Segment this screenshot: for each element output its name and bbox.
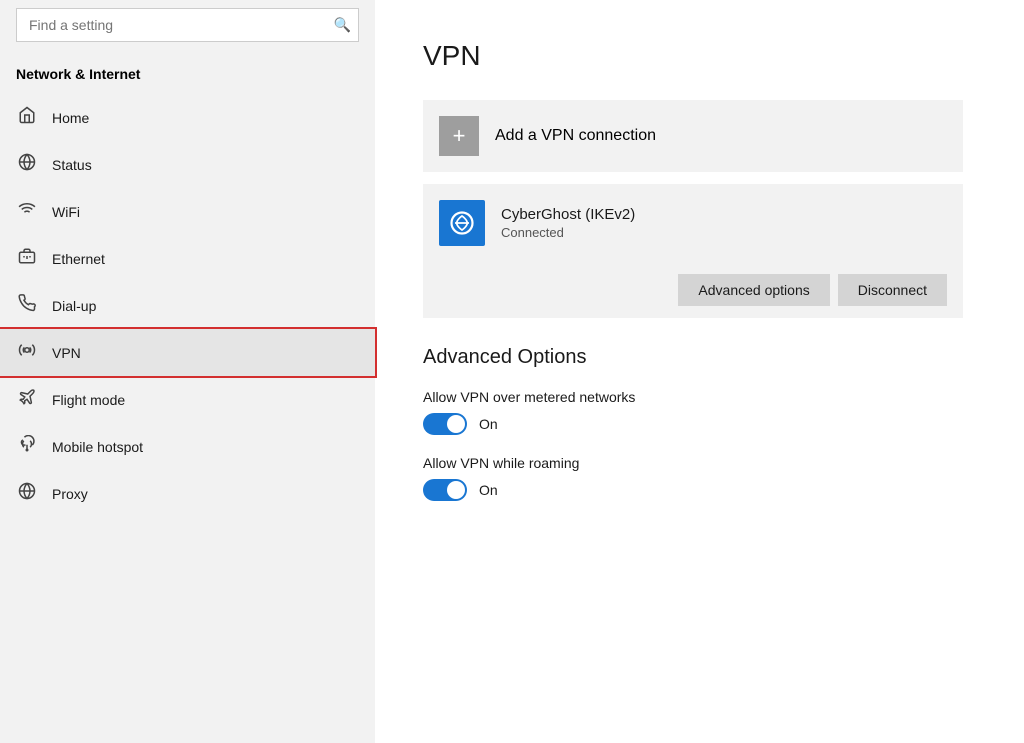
toggle-row-metered: On <box>423 413 976 435</box>
wifi-icon <box>16 200 38 223</box>
sidebar-item-status[interactable]: Status <box>0 141 375 188</box>
page-title: VPN <box>423 40 976 72</box>
search-icon: 🔍 <box>334 17 351 34</box>
ethernet-icon <box>16 247 38 270</box>
flightmode-icon <box>16 388 38 411</box>
sidebar-item-ethernet[interactable]: Ethernet <box>0 235 375 282</box>
search-box: 🔍 <box>16 8 359 42</box>
status-icon <box>16 153 38 176</box>
sidebar-item-label: Flight mode <box>52 392 125 408</box>
toggle-metered[interactable] <box>423 413 467 435</box>
add-vpn-label: Add a VPN connection <box>495 127 656 145</box>
vpn-card-header: CyberGhost (IKEv2) Connected <box>423 184 963 262</box>
toggle-row-roaming: On <box>423 479 976 501</box>
vpn-info: CyberGhost (IKEv2) Connected <box>501 206 635 240</box>
option-metered-label: Allow VPN over metered networks <box>423 389 976 405</box>
sidebar: 🔍 Network & Internet Home Status <box>0 0 375 743</box>
vpn-logo <box>439 200 485 246</box>
section-label: Network & Internet <box>0 58 375 94</box>
proxy-icon <box>16 482 38 505</box>
disconnect-button[interactable]: Disconnect <box>838 274 947 306</box>
advanced-options-button[interactable]: Advanced options <box>678 274 829 306</box>
sidebar-item-wifi[interactable]: WiFi <box>0 188 375 235</box>
toggle-thumb-metered <box>447 415 465 433</box>
sidebar-item-label: Dial-up <box>52 298 96 314</box>
option-roaming-label: Allow VPN while roaming <box>423 455 976 471</box>
sidebar-item-flightmode[interactable]: Flight mode <box>0 376 375 423</box>
sidebar-item-vpn[interactable]: VPN <box>0 329 375 376</box>
search-input[interactable] <box>16 8 359 42</box>
sidebar-item-label: Home <box>52 110 89 126</box>
vpn-name: CyberGhost (IKEv2) <box>501 206 635 223</box>
add-vpn-button[interactable]: + Add a VPN connection <box>423 100 963 172</box>
sidebar-item-label: Proxy <box>52 486 88 502</box>
toggle-track-roaming <box>423 479 467 501</box>
sidebar-item-dialup[interactable]: Dial-up <box>0 282 375 329</box>
vpn-card-actions: Advanced options Disconnect <box>423 262 963 318</box>
sidebar-item-label: Status <box>52 157 92 173</box>
vpn-icon <box>16 341 38 364</box>
sidebar-item-proxy[interactable]: Proxy <box>0 470 375 517</box>
add-icon: + <box>439 116 479 156</box>
mobilehotspot-icon <box>16 435 38 458</box>
sidebar-item-home[interactable]: Home <box>0 94 375 141</box>
toggle-label-roaming: On <box>479 482 498 498</box>
main-content: VPN + Add a VPN connection CyberGhost (I… <box>375 0 1024 743</box>
home-icon <box>16 106 38 129</box>
toggle-track-metered <box>423 413 467 435</box>
vpn-card: CyberGhost (IKEv2) Connected Advanced op… <box>423 184 963 318</box>
sidebar-item-label: VPN <box>52 345 81 361</box>
toggle-label-metered: On <box>479 416 498 432</box>
option-roaming: Allow VPN while roaming On <box>423 455 976 501</box>
dialup-icon <box>16 294 38 317</box>
sidebar-item-mobilehotspot[interactable]: Mobile hotspot <box>0 423 375 470</box>
sidebar-item-label: WiFi <box>52 204 80 220</box>
toggle-roaming[interactable] <box>423 479 467 501</box>
sidebar-item-label: Mobile hotspot <box>52 439 143 455</box>
sidebar-item-label: Ethernet <box>52 251 105 267</box>
advanced-options-title: Advanced Options <box>423 346 976 369</box>
toggle-thumb-roaming <box>447 481 465 499</box>
option-metered-networks: Allow VPN over metered networks On <box>423 389 976 435</box>
vpn-status: Connected <box>501 225 635 240</box>
